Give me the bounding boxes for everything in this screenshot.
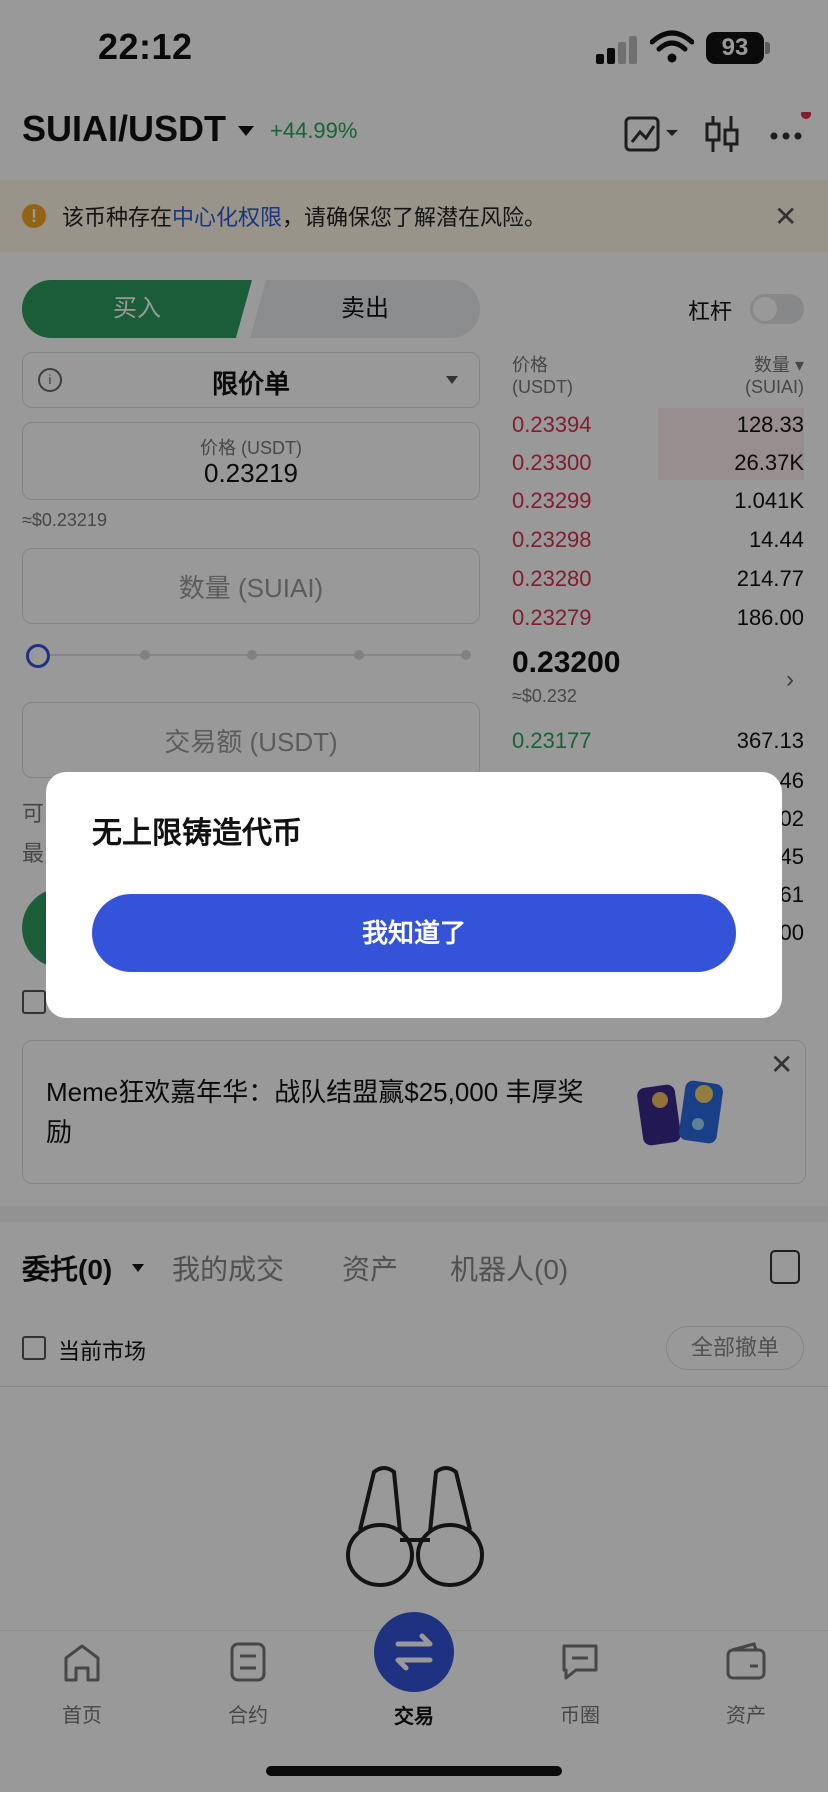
dialog-title: 无上限铸造代币: [92, 817, 302, 850]
acknowledge-button[interactable]: 我知道了: [92, 894, 736, 972]
